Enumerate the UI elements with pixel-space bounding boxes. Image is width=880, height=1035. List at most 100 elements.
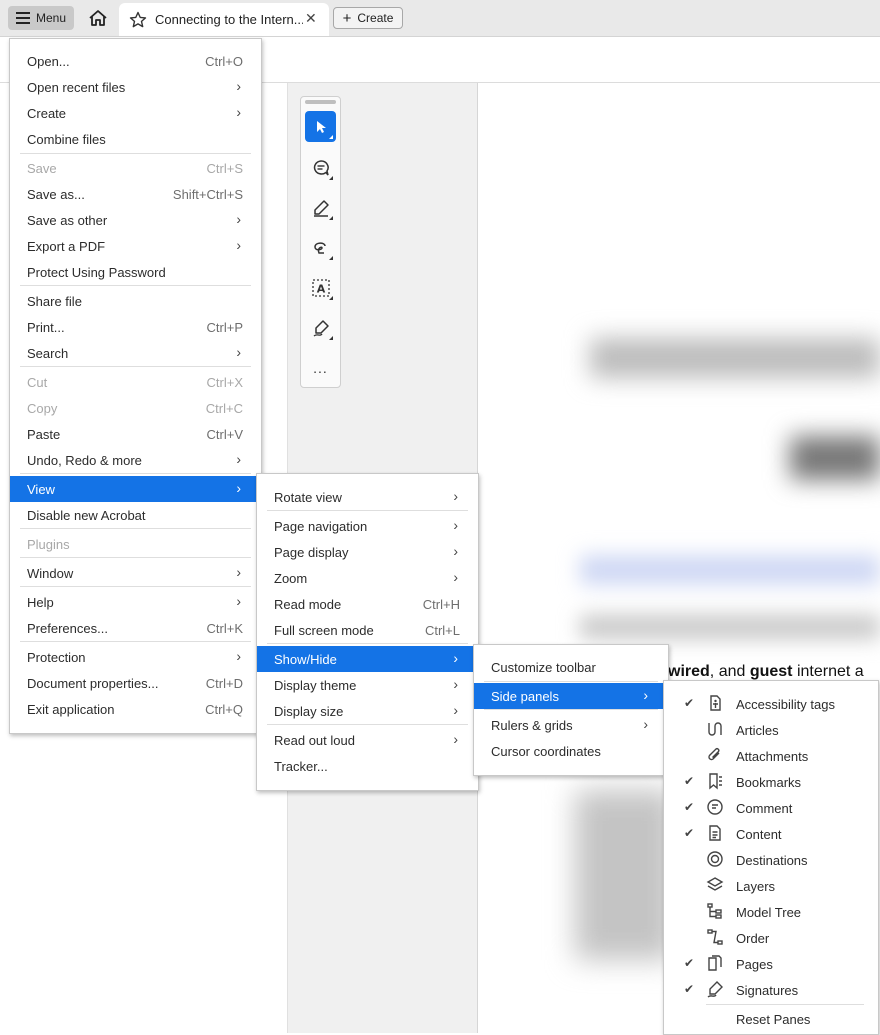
menu-item-display-theme[interactable]: Display theme › [257, 672, 478, 698]
blurred-title [790, 436, 880, 480]
svg-text:A: A [316, 282, 325, 295]
menu-item-view[interactable]: View › [10, 476, 261, 502]
blurred-heading [590, 338, 880, 378]
menu-item-full-screen-mode[interactable]: Full screen mode Ctrl+L [257, 617, 478, 643]
showhide-submenu: Customize toolbar Side panels › Rulers & gr… [473, 644, 669, 776]
comment-tool-button[interactable] [305, 152, 336, 183]
sign-tool-button[interactable] [305, 312, 336, 343]
accessibility-tags-icon [706, 694, 724, 712]
menu-item-side-panels[interactable]: Side panels › [474, 683, 668, 709]
menu-item-bookmarks[interactable]: ✔ Bookmarks [664, 769, 878, 795]
menu-item-print[interactable]: Print... Ctrl+P [10, 314, 261, 340]
menu-item-layers[interactable]: Layers [664, 873, 878, 899]
menu-item-label: View [27, 482, 55, 497]
select-tool-button[interactable] [305, 111, 336, 142]
menu-item-undo-redo-more[interactable]: Undo, Redo & more › [10, 447, 261, 473]
chevron-right-icon: › [643, 716, 648, 732]
menu-item-label: Copy [27, 401, 58, 416]
menu-item-label: Page display [274, 545, 349, 560]
menu-item-label: Help [27, 595, 54, 610]
menu-item-destinations[interactable]: Destinations [664, 847, 878, 873]
menu-item-rulers-grids[interactable]: Rulers & grids › [474, 712, 668, 738]
draw-tool-button[interactable] [305, 232, 336, 263]
menu-item-reset-panes[interactable]: Reset Panes [664, 1006, 878, 1032]
checkmark-icon: ✔ [684, 956, 695, 970]
chevron-right-icon: › [236, 451, 241, 467]
menu-item-order[interactable]: Order [664, 925, 878, 951]
menu-item-content[interactable]: ✔ Content [664, 821, 878, 847]
highlight-tool-button[interactable] [305, 192, 336, 223]
menu-item-disable-new-acrobat[interactable]: Disable new Acrobat [10, 502, 261, 528]
hamburger-icon [15, 12, 30, 24]
menu-item-protection[interactable]: Protection › [10, 644, 261, 670]
menu-item-label: Side panels [491, 689, 559, 704]
menu-item-save-as-other[interactable]: Save as other › [10, 207, 261, 233]
menu-item-accessibility-tags[interactable]: ✔ Accessibility tags [664, 691, 878, 717]
menu-item-window[interactable]: Window › [10, 560, 261, 586]
menu-item-label: Open... [27, 54, 70, 69]
checkmark-icon: ✔ [684, 696, 695, 710]
create-button[interactable]: + Create [333, 7, 403, 29]
menu-item-help[interactable]: Help › [10, 589, 261, 615]
menu-item-combine-files[interactable]: Combine files [10, 126, 261, 152]
menu-item-save-as[interactable]: Save as... Shift+Ctrl+S [10, 181, 261, 207]
chevron-right-icon: › [236, 104, 241, 120]
menu-item-comment[interactable]: ✔ Comment [664, 795, 878, 821]
menu-item-paste[interactable]: Paste Ctrl+V [10, 421, 261, 447]
menu-item-label: Model Tree [736, 905, 802, 920]
menu-item-show-hide[interactable]: Show/Hide › [257, 646, 478, 672]
menu-item-display-size[interactable]: Display size › [257, 698, 478, 724]
menu-separator [20, 473, 251, 474]
text-tool-button[interactable]: A [305, 272, 336, 303]
menu-item-share-file[interactable]: Share file [10, 288, 261, 314]
menu-item-label: Display theme [274, 678, 357, 693]
menu-item-read-out-loud[interactable]: Read out loud › [257, 727, 478, 753]
menu-item-shortcut: Ctrl+C [205, 401, 243, 416]
menu-item-rotate-view[interactable]: Rotate view › [257, 484, 478, 510]
menu-item-read-mode[interactable]: Read mode Ctrl+H [257, 591, 478, 617]
menu-item-search[interactable]: Search › [10, 340, 261, 366]
drag-handle[interactable] [305, 100, 336, 104]
menu-item-export-a-pdf[interactable]: Export a PDF › [10, 233, 261, 259]
menu-item-page-display[interactable]: Page display › [257, 539, 478, 565]
chevron-right-icon: › [453, 517, 458, 533]
menu-separator [484, 681, 658, 682]
menu-item-zoom[interactable]: Zoom › [257, 565, 478, 591]
destinations-icon [706, 850, 724, 868]
menu-item-label: Articles [736, 723, 779, 738]
menu-item-label: Combine files [27, 132, 106, 147]
menu-item-model-tree[interactable]: Model Tree [664, 899, 878, 925]
more-icon: ... [313, 359, 328, 376]
menu-item-customize-toolbar[interactable]: Customize toolbar [474, 654, 668, 680]
menu-item-label: Comment [736, 801, 793, 816]
menu-item-protect-using-password[interactable]: Protect Using Password [10, 259, 261, 285]
chevron-right-icon: › [643, 687, 648, 703]
menu-item-open-recent-files[interactable]: Open recent files › [10, 74, 261, 100]
menu-item-create[interactable]: Create › [10, 100, 261, 126]
close-tab-icon[interactable]: ✕ [305, 10, 317, 27]
menu-item-label: Rulers & grids [491, 718, 573, 733]
menu-item-exit-application[interactable]: Exit application Ctrl+Q [10, 696, 261, 722]
document-tab[interactable]: Connecting to the Intern... ✕ [119, 3, 329, 36]
menu-item-articles[interactable]: Articles [664, 717, 878, 743]
menu-item-pages[interactable]: ✔ Pages [664, 951, 878, 977]
menu-button[interactable]: Menu [8, 6, 74, 30]
chevron-right-icon: › [236, 480, 241, 496]
comment-icon [313, 159, 329, 175]
menu-item-label: Save as... [27, 187, 85, 202]
menu-item-label: Cursor coordinates [491, 744, 601, 759]
menu-item-tracker[interactable]: Tracker... [257, 753, 478, 779]
menu-item-preferences[interactable]: Preferences... Ctrl+K [10, 615, 261, 641]
menu-item-signatures[interactable]: ✔ Signatures [664, 977, 878, 1003]
menu-separator [267, 643, 468, 644]
more-tools-button[interactable]: ... [305, 352, 336, 383]
menu-item-attachments[interactable]: Attachments [664, 743, 878, 769]
menu-separator [20, 153, 251, 154]
menu-item-cursor-coordinates[interactable]: Cursor coordinates [474, 738, 668, 764]
menu-item-document-properties[interactable]: Document properties... Ctrl+D [10, 670, 261, 696]
menu-item-page-navigation[interactable]: Page navigation › [257, 513, 478, 539]
star-icon[interactable] [129, 11, 147, 29]
home-button[interactable] [86, 7, 110, 29]
menu-item-open[interactable]: Open... Ctrl+O [10, 48, 261, 74]
menu-item-label: Read mode [274, 597, 342, 612]
